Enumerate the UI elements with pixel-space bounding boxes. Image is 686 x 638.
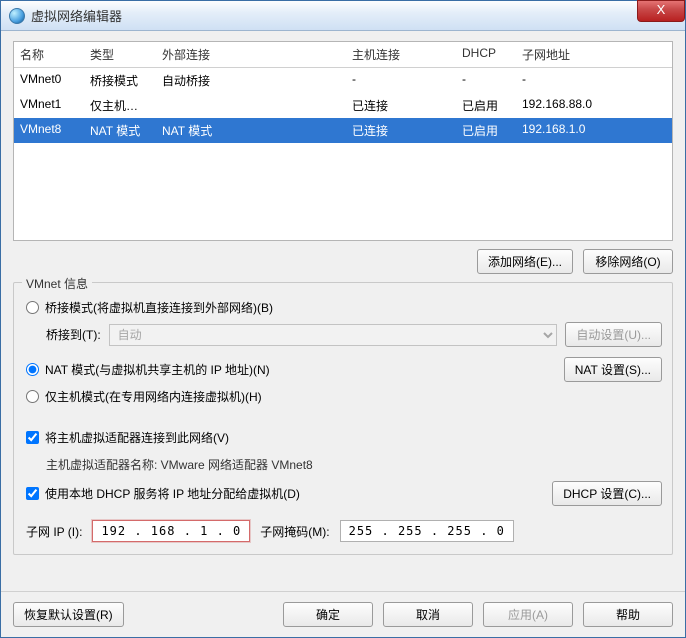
dhcp-check-line: 使用本地 DHCP 服务将 IP 地址分配给虚拟机(D) DHCP 设置(C).… (24, 481, 662, 506)
cell-type: NAT 模式 (84, 118, 156, 143)
hostonly-radio-label: 仅主机模式(在专用网络内连接虚拟机)(H) (45, 388, 262, 405)
dhcp-settings-button[interactable]: DHCP 设置(C)... (552, 481, 662, 506)
table-buttons: 添加网络(E)... 移除网络(O) (13, 249, 673, 274)
window-title: 虚拟网络编辑器 (31, 6, 122, 25)
cell-name: VMnet1 (14, 93, 84, 118)
bridge-radio-label: 桥接模式(将虚拟机直接连接到外部网络)(B) (45, 299, 273, 316)
col-host[interactable]: 主机连接 (346, 42, 456, 67)
bottom-bar: 恢复默认设置(R) 确定 取消 应用(A) 帮助 (1, 591, 685, 637)
hostonly-radio-line: 仅主机模式(在专用网络内连接虚拟机)(H) (24, 388, 662, 405)
host-adapter-name: 主机虚拟适配器名称: VMware 网络适配器 VMnet8 (46, 456, 313, 473)
host-adapter-check-label: 将主机虚拟适配器连接到此网络(V) (45, 429, 229, 446)
cell-ext: 自动桥接 (156, 68, 346, 93)
ip-row: 子网 IP (I): 192 . 168 . 1 . 0 子网掩码(M): 25… (26, 520, 662, 542)
table-row[interactable]: VMnet0 桥接模式 自动桥接 - - - (14, 68, 672, 93)
bridge-to-select[interactable]: 自动 (109, 324, 558, 346)
table-body: VMnet0 桥接模式 自动桥接 - - - VMnet1 仅主机… 已连接 已… (14, 68, 672, 240)
cell-ext: NAT 模式 (156, 118, 346, 143)
vmnet-info-group: VMnet 信息 桥接模式(将虚拟机直接连接到外部网络)(B) 桥接到(T): … (13, 282, 673, 555)
cell-dhcp: 已启用 (456, 118, 516, 143)
bridge-radio-line: 桥接模式(将虚拟机直接连接到外部网络)(B) (24, 299, 662, 316)
subnet-mask-label: 子网掩码(M): (260, 523, 329, 540)
cell-host: - (346, 68, 456, 93)
cell-host: 已连接 (346, 118, 456, 143)
subnet-ip-field[interactable]: 192 . 168 . 1 . 0 (92, 520, 250, 542)
hostonly-radio[interactable] (26, 390, 39, 403)
subnet-mask-field[interactable]: 255 . 255 . 255 . 0 (340, 520, 514, 542)
close-button[interactable]: X (637, 0, 685, 22)
table-row[interactable]: VMnet8 NAT 模式 NAT 模式 已连接 已启用 192.168.1.0 (14, 118, 672, 143)
cell-dhcp: 已启用 (456, 93, 516, 118)
bridge-to-line: 桥接到(T): 自动 自动设置(U)... (46, 322, 662, 347)
group-title: VMnet 信息 (22, 275, 92, 292)
nat-radio-line: NAT 模式(与虚拟机共享主机的 IP 地址)(N) NAT 设置(S)... (24, 357, 662, 382)
cell-subnet: - (516, 68, 672, 93)
cell-subnet: 192.168.88.0 (516, 93, 672, 118)
window: 虚拟网络编辑器 X 名称 类型 外部连接 主机连接 DHCP 子网地址 VMne… (0, 0, 686, 638)
table-row[interactable]: VMnet1 仅主机… 已连接 已启用 192.168.88.0 (14, 93, 672, 118)
auto-settings-button[interactable]: 自动设置(U)... (565, 322, 662, 347)
col-name[interactable]: 名称 (14, 42, 84, 67)
cancel-button[interactable]: 取消 (383, 602, 473, 627)
cell-host: 已连接 (346, 93, 456, 118)
bridge-radio[interactable] (26, 301, 39, 314)
ok-button[interactable]: 确定 (283, 602, 373, 627)
cell-name: VMnet8 (14, 118, 84, 143)
cell-name: VMnet0 (14, 68, 84, 93)
nat-radio-label: NAT 模式(与虚拟机共享主机的 IP 地址)(N) (45, 361, 270, 378)
host-adapter-check-line: 将主机虚拟适配器连接到此网络(V) (24, 429, 662, 446)
cell-type: 仅主机… (84, 93, 156, 118)
col-dhcp[interactable]: DHCP (456, 42, 516, 67)
content-area: 名称 类型 外部连接 主机连接 DHCP 子网地址 VMnet0 桥接模式 自动… (1, 31, 685, 591)
col-subnet[interactable]: 子网地址 (516, 42, 672, 67)
app-icon (9, 8, 25, 24)
network-table: 名称 类型 外部连接 主机连接 DHCP 子网地址 VMnet0 桥接模式 自动… (13, 41, 673, 241)
cell-type: 桥接模式 (84, 68, 156, 93)
nat-radio[interactable] (26, 363, 39, 376)
help-button[interactable]: 帮助 (583, 602, 673, 627)
table-header: 名称 类型 外部连接 主机连接 DHCP 子网地址 (14, 42, 672, 68)
cell-dhcp: - (456, 68, 516, 93)
cell-subnet: 192.168.1.0 (516, 118, 672, 143)
nat-settings-button[interactable]: NAT 设置(S)... (564, 357, 662, 382)
dhcp-check-label: 使用本地 DHCP 服务将 IP 地址分配给虚拟机(D) (45, 485, 300, 502)
add-network-button[interactable]: 添加网络(E)... (477, 249, 573, 274)
cell-ext (156, 93, 346, 118)
dhcp-checkbox[interactable] (26, 487, 39, 500)
bridge-to-label: 桥接到(T): (46, 326, 101, 343)
restore-defaults-button[interactable]: 恢复默认设置(R) (13, 602, 124, 627)
remove-network-button[interactable]: 移除网络(O) (583, 249, 673, 274)
subnet-ip-label: 子网 IP (I): (26, 523, 82, 540)
col-type[interactable]: 类型 (84, 42, 156, 67)
col-ext[interactable]: 外部连接 (156, 42, 346, 67)
apply-button[interactable]: 应用(A) (483, 602, 573, 627)
host-adapter-checkbox[interactable] (26, 431, 39, 444)
titlebar: 虚拟网络编辑器 X (1, 1, 685, 31)
